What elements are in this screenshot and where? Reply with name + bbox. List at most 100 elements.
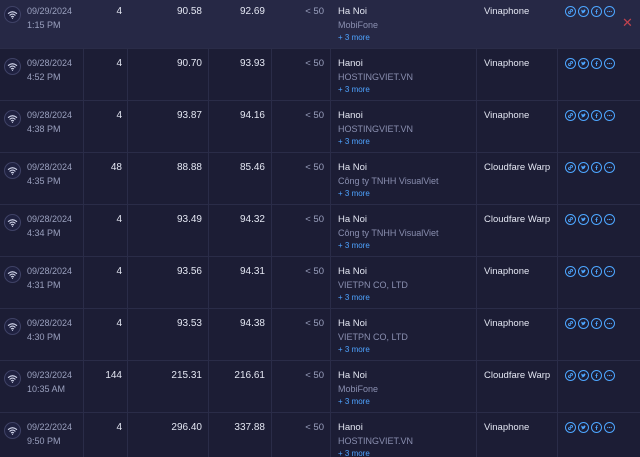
twitter-icon[interactable] bbox=[578, 6, 589, 17]
twitter-icon[interactable] bbox=[578, 214, 589, 225]
hops-value: 4 bbox=[116, 318, 122, 329]
upload-speed: 94.31 bbox=[239, 266, 265, 277]
carrier-name: Vinaphone bbox=[484, 6, 530, 17]
facebook-icon[interactable] bbox=[591, 58, 602, 69]
wifi-icon bbox=[4, 318, 21, 335]
twitter-icon[interactable] bbox=[578, 58, 589, 69]
test-date: 09/29/2024 bbox=[27, 6, 73, 16]
more-icon[interactable] bbox=[604, 370, 615, 381]
table-row[interactable]: 09/23/2024 10:35 AM 144 215.31 216.61 < … bbox=[0, 361, 640, 413]
upload-speed: 85.46 bbox=[239, 162, 265, 173]
table-row[interactable]: 09/28/2024 4:52 PM 4 90.70 93.93 < 50 Ha… bbox=[0, 49, 640, 101]
server-isp: VIETPN CO, LTD bbox=[338, 332, 408, 342]
facebook-icon[interactable] bbox=[591, 318, 602, 329]
server-isp: HOSTINGVIET.VN bbox=[338, 436, 414, 446]
link-icon[interactable] bbox=[565, 110, 576, 121]
more-servers-link[interactable]: + 3 more bbox=[338, 449, 370, 457]
ping-value: < 50 bbox=[305, 58, 324, 69]
link-icon[interactable] bbox=[565, 370, 576, 381]
table-row[interactable]: 09/28/2024 4:35 PM 48 88.88 85.46 < 50 H… bbox=[0, 153, 640, 205]
facebook-icon[interactable] bbox=[591, 370, 602, 381]
test-date: 09/28/2024 bbox=[27, 58, 73, 68]
carrier-name: Vinaphone bbox=[484, 110, 530, 121]
row-actions bbox=[565, 422, 615, 433]
link-icon[interactable] bbox=[565, 422, 576, 433]
more-icon[interactable] bbox=[604, 58, 615, 69]
row-actions bbox=[565, 58, 615, 69]
twitter-icon[interactable] bbox=[578, 110, 589, 121]
download-speed: 90.58 bbox=[176, 6, 202, 17]
download-speed: 88.88 bbox=[176, 162, 202, 173]
table-row[interactable]: 09/28/2024 4:34 PM 4 93.49 94.32 < 50 Ha… bbox=[0, 205, 640, 257]
carrier-name: Cloudfare Warp bbox=[484, 370, 551, 381]
twitter-icon[interactable] bbox=[578, 422, 589, 433]
wifi-icon bbox=[4, 58, 21, 75]
server-isp: Công ty TNHH VisualViet bbox=[338, 228, 439, 238]
carrier-name: Vinaphone bbox=[484, 58, 530, 69]
table-row[interactable]: 09/22/2024 9:50 PM 4 296.40 337.88 < 50 … bbox=[0, 413, 640, 457]
download-speed: 90.70 bbox=[176, 58, 202, 69]
row-actions bbox=[565, 266, 615, 277]
ping-value: < 50 bbox=[305, 162, 324, 173]
facebook-icon[interactable] bbox=[591, 6, 602, 17]
test-date: 09/28/2024 bbox=[27, 318, 73, 328]
facebook-icon[interactable] bbox=[591, 162, 602, 173]
more-servers-link[interactable]: + 3 more bbox=[338, 137, 370, 146]
more-servers-link[interactable]: + 3 more bbox=[338, 33, 370, 42]
table-row[interactable]: 09/29/2024 1:15 PM 4 90.58 92.69 < 50 Ha… bbox=[0, 0, 640, 49]
row-actions bbox=[565, 110, 615, 121]
more-icon[interactable] bbox=[604, 162, 615, 173]
link-icon[interactable] bbox=[565, 266, 576, 277]
upload-speed: 93.93 bbox=[239, 58, 265, 69]
wifi-icon bbox=[4, 266, 21, 283]
link-icon[interactable] bbox=[565, 6, 576, 17]
more-icon[interactable] bbox=[604, 422, 615, 433]
more-servers-link[interactable]: + 3 more bbox=[338, 345, 370, 354]
link-icon[interactable] bbox=[565, 318, 576, 329]
more-icon[interactable] bbox=[604, 318, 615, 329]
row-actions bbox=[565, 214, 615, 225]
twitter-icon[interactable] bbox=[578, 318, 589, 329]
upload-speed: 94.16 bbox=[239, 110, 265, 121]
test-time: 4:31 PM bbox=[27, 280, 61, 290]
hops-value: 4 bbox=[116, 422, 122, 433]
more-servers-link[interactable]: + 3 more bbox=[338, 85, 370, 94]
close-icon[interactable]: ✕ bbox=[622, 17, 633, 30]
carrier-name: Vinaphone bbox=[484, 318, 530, 329]
test-date: 09/22/2024 bbox=[27, 422, 73, 432]
upload-speed: 94.32 bbox=[239, 214, 265, 225]
more-servers-link[interactable]: + 3 more bbox=[338, 241, 370, 250]
server-city: Ha Noi bbox=[338, 162, 368, 173]
more-servers-link[interactable]: + 3 more bbox=[338, 397, 370, 406]
facebook-icon[interactable] bbox=[591, 266, 602, 277]
twitter-icon[interactable] bbox=[578, 162, 589, 173]
table-row[interactable]: 09/28/2024 4:38 PM 4 93.87 94.16 < 50 Ha… bbox=[0, 101, 640, 153]
carrier-name: Vinaphone bbox=[484, 266, 530, 277]
link-icon[interactable] bbox=[565, 162, 576, 173]
more-icon[interactable] bbox=[604, 110, 615, 121]
carrier-name: Cloudfare Warp bbox=[484, 214, 551, 225]
more-icon[interactable] bbox=[604, 266, 615, 277]
server-city: Ha Noi bbox=[338, 266, 368, 277]
twitter-icon[interactable] bbox=[578, 266, 589, 277]
hops-value: 48 bbox=[110, 162, 122, 173]
more-icon[interactable] bbox=[604, 6, 615, 17]
more-icon[interactable] bbox=[604, 214, 615, 225]
ping-value: < 50 bbox=[305, 318, 324, 329]
facebook-icon[interactable] bbox=[591, 110, 602, 121]
test-date: 09/28/2024 bbox=[27, 266, 73, 276]
table-row[interactable]: 09/28/2024 4:30 PM 4 93.53 94.38 < 50 Ha… bbox=[0, 309, 640, 361]
row-actions bbox=[565, 318, 615, 329]
link-icon[interactable] bbox=[565, 58, 576, 69]
more-servers-link[interactable]: + 3 more bbox=[338, 293, 370, 302]
server-isp: MobiFone bbox=[338, 20, 379, 30]
table-row[interactable]: 09/28/2024 4:31 PM 4 93.56 94.31 < 50 Ha… bbox=[0, 257, 640, 309]
test-time: 4:34 PM bbox=[27, 228, 61, 238]
wifi-icon bbox=[4, 370, 21, 387]
facebook-icon[interactable] bbox=[591, 214, 602, 225]
twitter-icon[interactable] bbox=[578, 370, 589, 381]
facebook-icon[interactable] bbox=[591, 422, 602, 433]
ping-value: < 50 bbox=[305, 214, 324, 225]
link-icon[interactable] bbox=[565, 214, 576, 225]
more-servers-link[interactable]: + 3 more bbox=[338, 189, 370, 198]
